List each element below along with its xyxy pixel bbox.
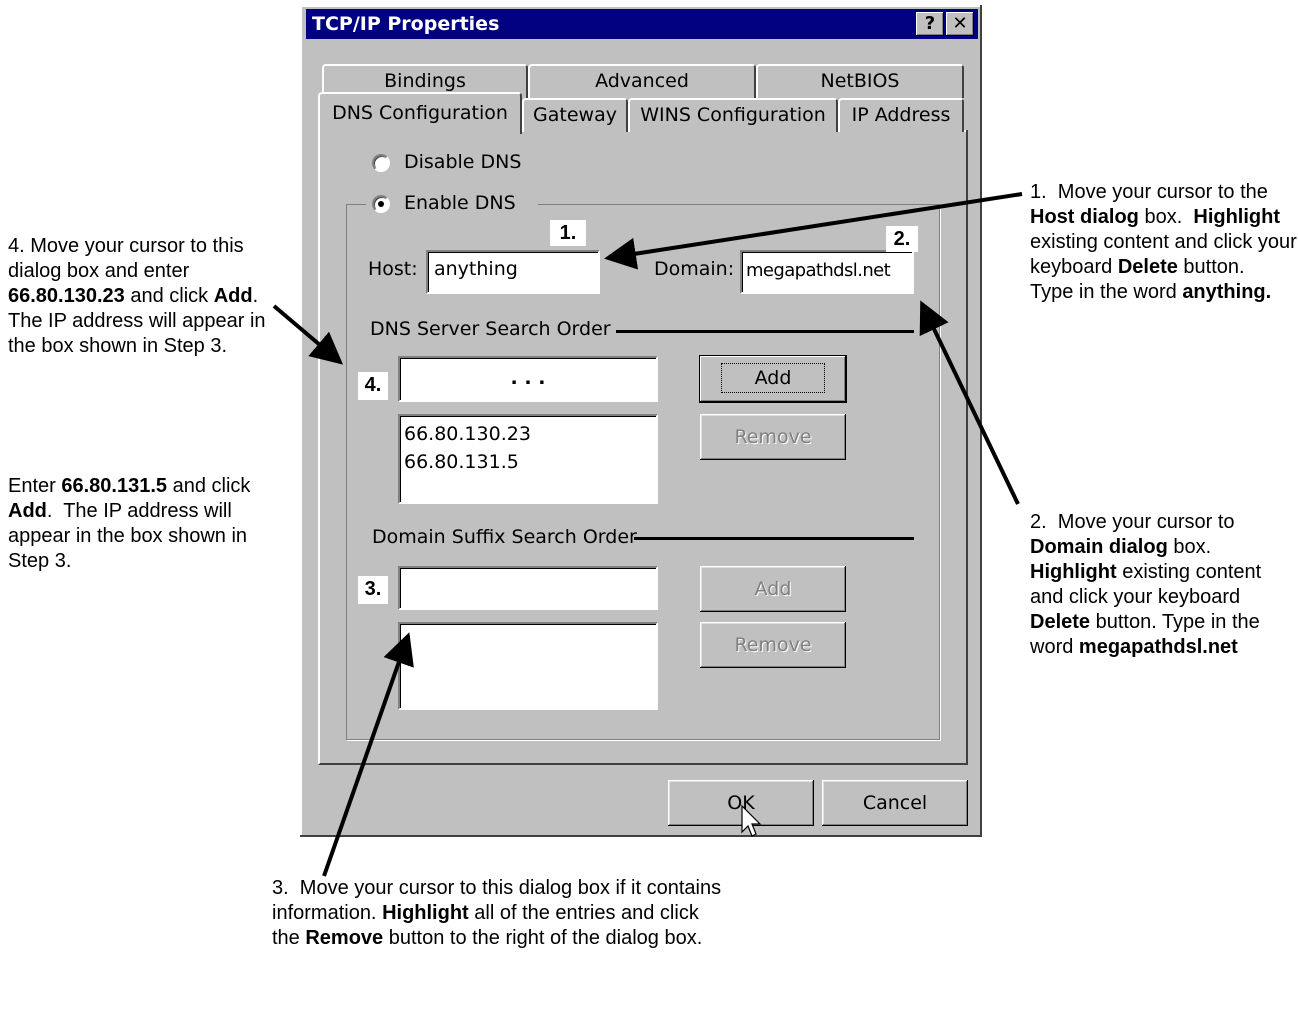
arrow-to-host xyxy=(604,192,1023,270)
arrow-to-domain xyxy=(919,300,1020,505)
instruction-step-2: 2. Move your cursor to Domain dialog box… xyxy=(1030,511,1262,658)
instruction-step-3: 3. Move your cursor to this dialog box i… xyxy=(272,877,722,949)
instruction-step-1: 1. Move your cursor to the Host dialog b… xyxy=(1030,181,1297,303)
arrow-to-ip-input xyxy=(272,304,344,365)
arrow-to-suffix-list xyxy=(322,632,414,877)
mouse-cursor-icon xyxy=(741,804,762,837)
instruction-step-4: 4. Move your cursor to this dialog box a… xyxy=(8,235,266,357)
tab-dns-configuration[interactable]: DNS Configuration xyxy=(318,92,522,134)
instruction-step-4b: Enter 66.80.131.5 and click Add. The IP … xyxy=(8,475,251,572)
